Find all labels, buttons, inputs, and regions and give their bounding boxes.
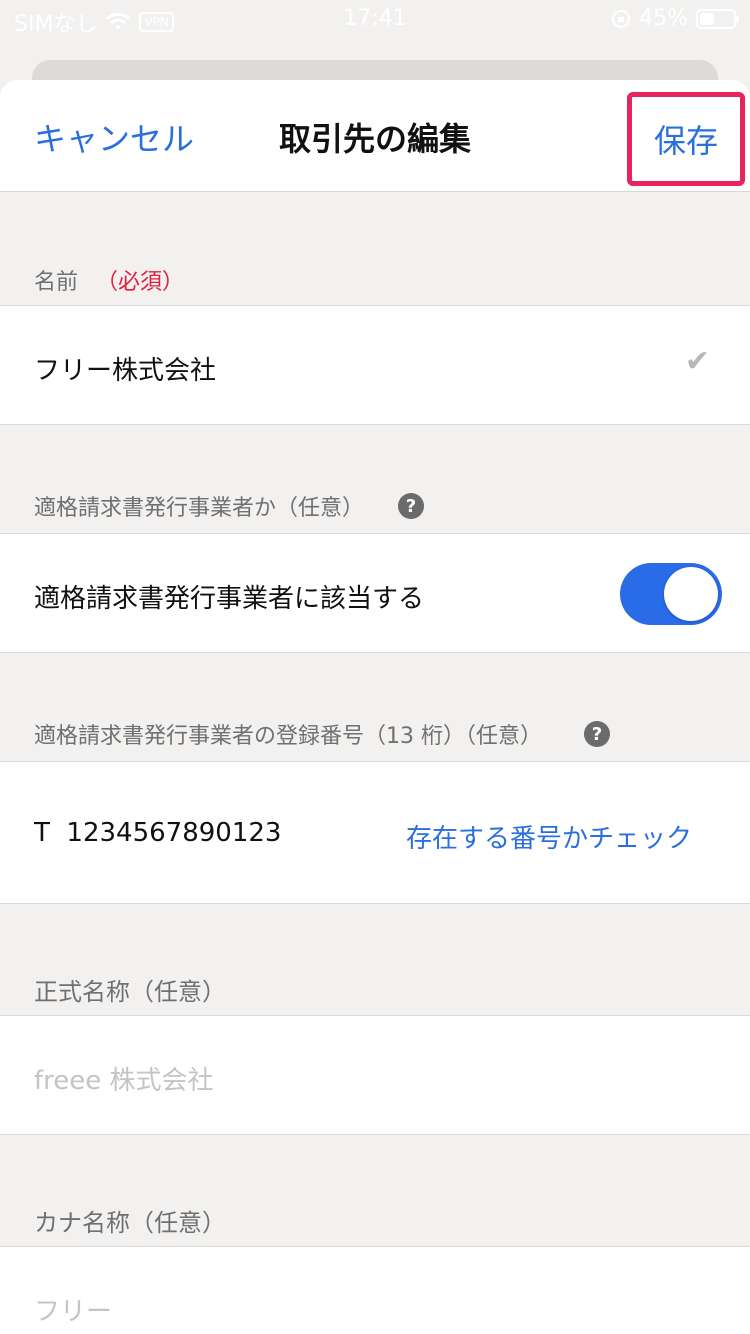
official-name-section-label: 正式名称（任意） — [34, 972, 226, 1007]
save-button-label: 保存 — [653, 122, 718, 160]
official-name-field[interactable]: freee 株式会社 — [0, 1015, 750, 1135]
invoice-issuer-row: 適格請求書発行事業者に該当する — [0, 533, 750, 653]
checkmark-icon: ✔ — [684, 344, 710, 379]
name-label: 名前 — [34, 270, 79, 295]
battery-fill — [700, 12, 714, 25]
registration-number-section-label: 適格請求書発行事業者の登録番号（13 桁）（任意） ? — [34, 718, 610, 750]
invoice-issuer-label: 適格請求書発行事業者か（任意） — [34, 496, 365, 521]
status-bar: SIMなし VPN 17:41 45% — [0, 0, 750, 40]
name-section-label: 名前 （必須） — [34, 264, 184, 296]
check-number-link[interactable]: 存在する番号かチェック — [406, 818, 692, 855]
help-icon[interactable]: ? — [584, 721, 610, 747]
registration-number-row: T 1234567890123 存在する番号かチェック — [0, 761, 750, 904]
help-icon[interactable]: ? — [398, 493, 425, 519]
registration-number-label: 適格請求書発行事業者の登録番号（13 桁）（任意） — [34, 724, 542, 749]
name-value: フリー株式会社 — [34, 356, 217, 386]
edit-sheet: キャンセル 取引先の編集 保存 名前 （必須） フリー株式会社 ✔ 適格請求書発… — [0, 80, 750, 1334]
kana-name-label: カナ名称（任意） — [34, 1209, 226, 1237]
battery-icon — [696, 8, 739, 29]
kana-name-section-label: カナ名称（任意） — [34, 1203, 226, 1238]
invoice-issuer-toggle-label: 適格請求書発行事業者に該当する — [34, 584, 425, 614]
kana-name-field[interactable]: フリー — [0, 1246, 750, 1334]
status-right: 45% — [611, 6, 739, 31]
save-button[interactable]: 保存 — [627, 92, 745, 186]
navigation-bar: キャンセル 取引先の編集 保存 — [0, 80, 750, 192]
orientation-lock-icon — [612, 9, 631, 28]
official-name-placeholder: freee 株式会社 — [34, 1066, 214, 1096]
toggle-knob — [664, 567, 718, 621]
battery-percent: 45% — [639, 6, 688, 31]
registration-number-value[interactable]: T 1234567890123 — [34, 818, 281, 848]
invoice-issuer-section-label: 適格請求書発行事業者か（任意） ? — [34, 490, 425, 522]
name-field[interactable]: フリー株式会社 ✔ — [0, 305, 750, 425]
required-label: （必須） — [96, 270, 185, 295]
kana-name-placeholder: フリー — [34, 1297, 113, 1327]
invoice-issuer-toggle[interactable] — [620, 563, 722, 625]
official-name-label: 正式名称（任意） — [34, 978, 226, 1006]
